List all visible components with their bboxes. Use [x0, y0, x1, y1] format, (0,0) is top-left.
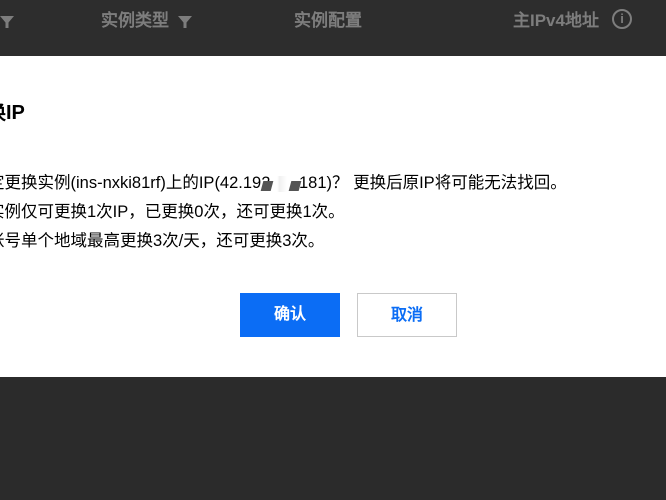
confirm-button[interactable]: 确认	[240, 293, 340, 337]
change-ip-dialog: 换IP 定更换实例(ins-nxki81rf)上的IP(42.192 .181)？…	[0, 56, 666, 377]
masked-ip-segment	[270, 175, 295, 192]
table-header: 实例类型 实例配置 主IPv4地址 i	[0, 0, 666, 56]
column-header-instance-config: 实例配置	[294, 11, 362, 30]
confirm-message: 定更换实例(ins-nxki81rf)上的IP(42.192 .181)？ 更换后…	[0, 169, 567, 193]
region-limit-message: 帐号单个地域最高更换3次/天，还可更换3次。	[0, 232, 325, 250]
instance-limit-message: 实例仅可更换1次IP，已更换0次，还可更换1次。	[0, 203, 345, 221]
filter-icon[interactable]	[177, 15, 192, 29]
info-icon[interactable]: i	[612, 9, 632, 29]
confirm-message-prefix: 定更换实例(ins-nxki81rf)上的IP(42.192	[0, 174, 271, 192]
dialog-title: 换IP	[0, 102, 25, 124]
column-header-instance-type[interactable]: 实例类型	[101, 10, 192, 32]
column-header-ipv4: 主IPv4地址	[513, 11, 599, 30]
filter-icon[interactable]	[0, 10, 14, 32]
cancel-button[interactable]: 取消	[357, 293, 457, 337]
column-label: 实例类型	[101, 11, 169, 30]
confirm-message-suffix: .181)？ 更换后原IP将可能无法找回。	[294, 174, 567, 192]
